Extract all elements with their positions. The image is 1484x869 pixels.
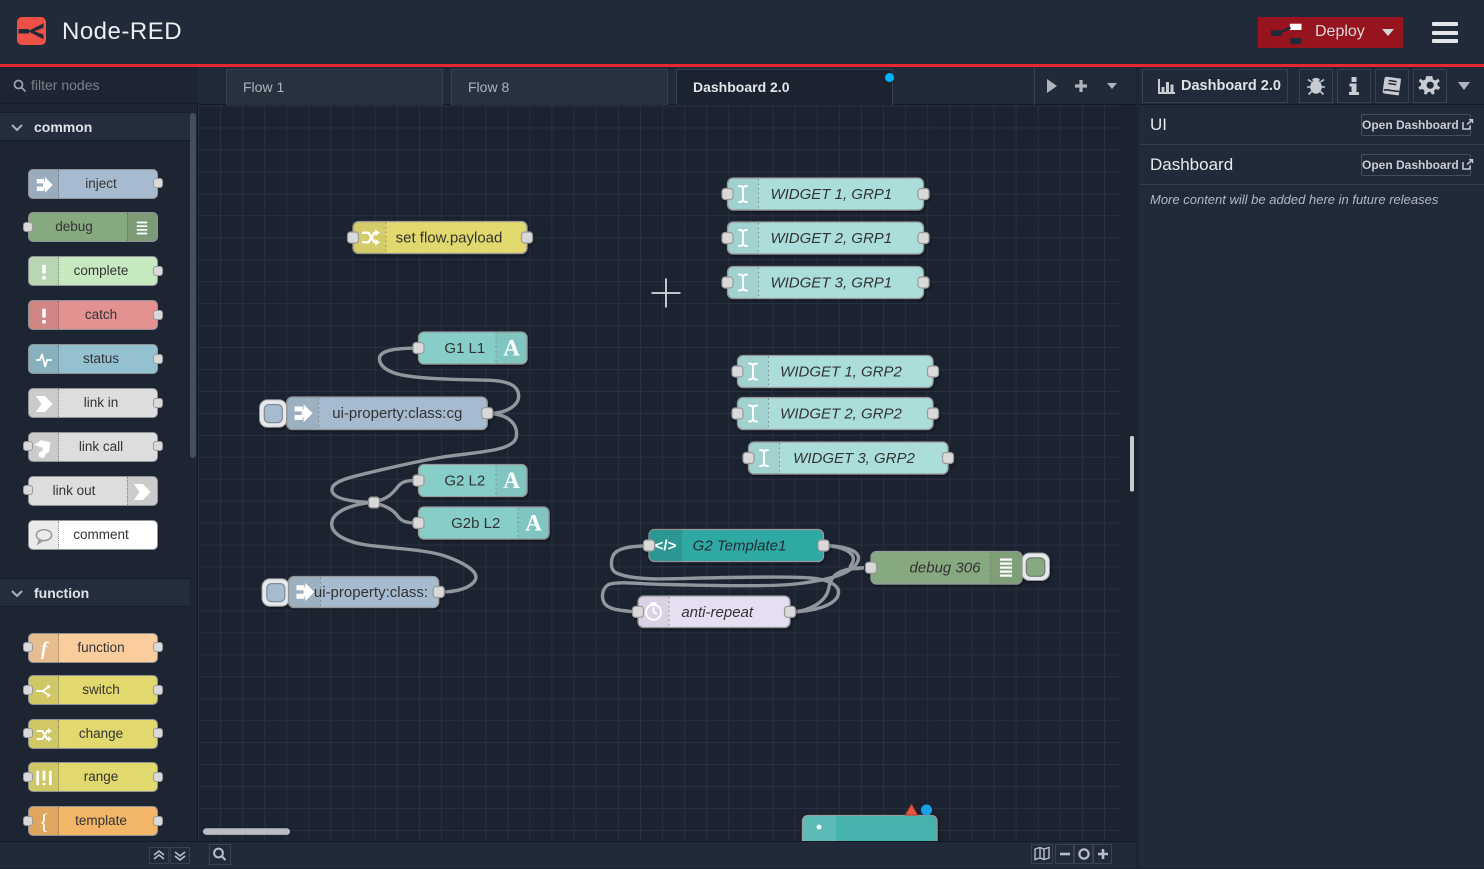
svg-text:ui-property:class:: ui-property:class: (314, 584, 428, 601)
svg-text:WIDGET 1, GRP2: WIDGET 1, GRP2 (780, 364, 902, 381)
svg-text:ui-property:class:cg: ui-property:class:cg (332, 405, 462, 422)
svg-text:G1 L1: G1 L1 (444, 340, 485, 357)
svg-text:anti-repeat: anti-repeat (681, 604, 754, 621)
svg-text:G2 Template1: G2 Template1 (693, 538, 787, 555)
svg-text:WIDGET 1, GRP1: WIDGET 1, GRP1 (770, 186, 892, 203)
svg-text:A: A (525, 511, 542, 536)
svg-text:WIDGET 3, GRP1: WIDGET 3, GRP1 (770, 275, 892, 292)
svg-text:A: A (503, 336, 520, 361)
svg-text:A: A (503, 468, 520, 493)
svg-text:WIDGET 2, GRP1: WIDGET 2, GRP1 (770, 230, 892, 247)
svg-text:WIDGET 3, GRP2: WIDGET 3, GRP2 (793, 450, 915, 467)
svg-text:debug 306: debug 306 (910, 560, 982, 577)
svg-text:set flow.payload: set flow.payload (396, 230, 503, 247)
svg-text:WIDGET 2, GRP2: WIDGET 2, GRP2 (780, 406, 902, 423)
svg-text:</>: </> (655, 538, 677, 555)
svg-text:G2b L2: G2b L2 (451, 515, 500, 532)
svg-text:G2 L2: G2 L2 (444, 473, 485, 490)
